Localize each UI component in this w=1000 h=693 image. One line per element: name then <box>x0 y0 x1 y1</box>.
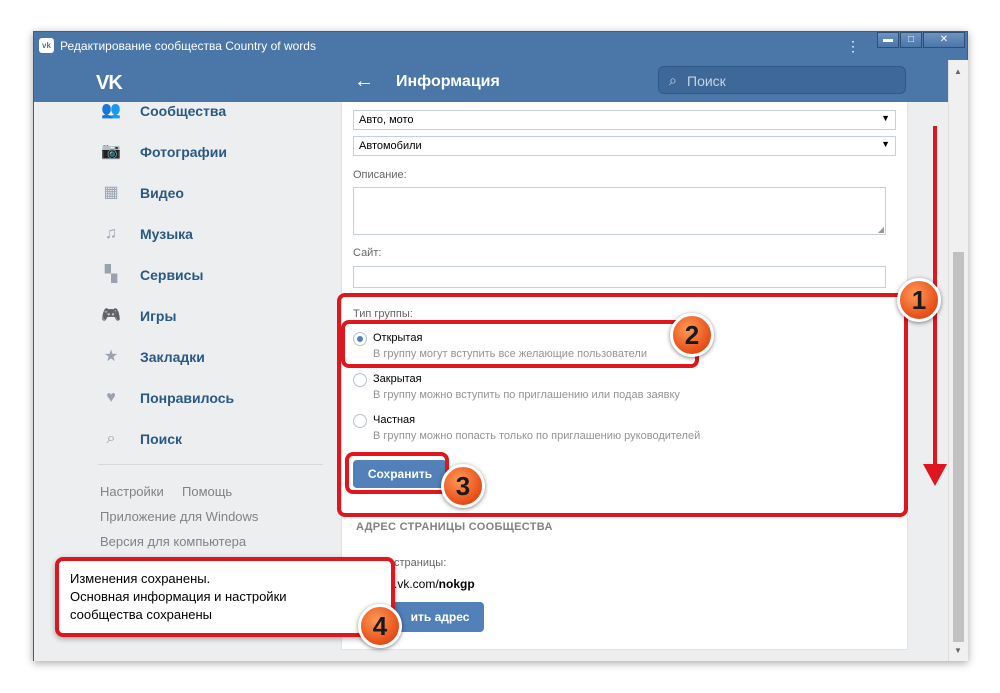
scrollbar[interactable]: ▲ ▼ <box>948 60 968 661</box>
sidebar-item-photos[interactable]: 📷 Фотографии <box>100 141 227 163</box>
resize-grip-icon[interactable]: ◢ <box>878 225 884 234</box>
sidebar-item-games[interactable]: 🎮 Игры <box>100 305 176 327</box>
gamepad-icon: 🎮 <box>101 307 121 324</box>
sidebar-item-label: Видео <box>140 185 184 201</box>
toast-line-1: Изменения сохранены. <box>70 571 211 586</box>
search-placeholder: Поиск <box>687 73 726 89</box>
back-arrow-icon[interactable]: ← <box>354 70 374 93</box>
app-header: VK ← Информация ⌕ Поиск <box>34 60 948 102</box>
vk-icon: vk <box>39 38 54 53</box>
communities-icon: 👥 <box>101 102 121 119</box>
sidebar-item-communities[interactable]: 👥 Сообщества <box>100 100 226 122</box>
description-label: Описание: <box>353 169 407 181</box>
sidebar-divider <box>98 464 323 465</box>
address-section-title: АДРЕС СТРАНИЦЫ СООБЩЕСТВА <box>356 521 553 533</box>
window-title: Редактирование сообщества Country of wor… <box>60 39 316 53</box>
category-select[interactable]: Авто, мото ▼ <box>353 110 896 130</box>
music-icon: ♫ <box>105 225 117 242</box>
address-value: .vk.com/nokgp <box>394 577 475 591</box>
maximize-button[interactable]: □ <box>900 32 922 48</box>
step-badge-3: 3 <box>441 464 485 508</box>
sidebar-item-label: Поиск <box>140 431 183 447</box>
sidebar-item-search[interactable]: ⌕ Поиск <box>100 428 183 450</box>
video-icon: ▦ <box>103 184 119 201</box>
desktop-version-link[interactable]: Версия для компьютера <box>100 534 246 549</box>
search-icon: ⌕ <box>106 430 116 447</box>
sidebar-item-label: Закладки <box>140 349 205 365</box>
sidebar-item-label: Фотографии <box>140 144 228 160</box>
scroll-thumb[interactable] <box>953 252 964 642</box>
sidebar-item-label: Понравилось <box>140 390 235 406</box>
sidebar-item-bookmarks[interactable]: ★ Закладки <box>100 346 205 368</box>
star-icon: ★ <box>103 348 119 365</box>
search-input[interactable]: ⌕ Поиск <box>658 66 906 94</box>
site-field[interactable] <box>353 266 886 288</box>
change-address-label: ить адрес <box>410 610 470 624</box>
windows-app-link[interactable]: Приложение для Windows <box>100 509 258 524</box>
sidebar-item-music[interactable]: ♫ Музыка <box>100 223 193 245</box>
close-button[interactable]: ✕ <box>923 32 965 48</box>
minimize-button[interactable]: ▬ <box>877 32 899 48</box>
category-value: Авто, мото <box>359 114 414 126</box>
toast-line-3: сообщества сохранены <box>70 607 213 622</box>
sidebar-item-label: Сервисы <box>140 267 204 283</box>
sidebar-item-label: Игры <box>140 308 177 324</box>
arrow-head-icon <box>923 464 947 486</box>
address-label: страницы: <box>394 557 447 569</box>
heart-icon: ♥ <box>106 389 116 406</box>
sidebar-item-liked[interactable]: ♥ Понравилось <box>100 387 234 409</box>
sidebar-item-label: Музыка <box>140 226 193 242</box>
toast-line-2: Основная информация и настройки <box>70 589 287 604</box>
settings-link[interactable]: Настройки <box>100 484 164 499</box>
step-badge-4: 4 <box>358 604 402 648</box>
camera-icon: 📷 <box>101 143 121 160</box>
scroll-down-icon[interactable]: ▼ <box>954 646 962 655</box>
saved-notification: Изменения сохранены. Основная информация… <box>55 557 395 637</box>
services-icon: ▚ <box>104 266 118 283</box>
subcategory-select[interactable]: Автомобили ▼ <box>353 136 896 156</box>
step-badge-2: 2 <box>670 313 714 357</box>
chevron-down-icon: ▼ <box>881 113 890 123</box>
highlight-open-option <box>341 320 699 368</box>
help-link[interactable]: Помощь <box>182 484 232 499</box>
subcategory-value: Автомобили <box>359 140 422 152</box>
address-prefix: .vk.com/ <box>394 577 439 591</box>
more-menu-icon[interactable]: ⋮ <box>846 38 860 54</box>
sidebar-item-video[interactable]: ▦ Видео <box>100 182 184 204</box>
sidebar-item-label: Сообщества <box>140 103 227 119</box>
vk-logo[interactable]: VK <box>96 72 123 95</box>
site-label: Сайт: <box>353 247 382 259</box>
sidebar-item-services[interactable]: ▚ Сервисы <box>100 264 204 286</box>
page-title: Информация <box>396 73 500 90</box>
highlight-save-button <box>345 452 449 494</box>
step-badge-1: 1 <box>897 278 941 322</box>
chevron-down-icon: ▼ <box>881 139 890 149</box>
window-controls: ▬ □ ✕ <box>877 32 966 50</box>
search-icon: ⌕ <box>669 72 677 88</box>
description-field[interactable]: ◢ <box>353 187 886 235</box>
scroll-up-icon[interactable]: ▲ <box>954 67 962 76</box>
address-slug: nokgp <box>438 577 475 591</box>
title-bar: vk Редактирование сообщества Country of … <box>34 32 967 60</box>
